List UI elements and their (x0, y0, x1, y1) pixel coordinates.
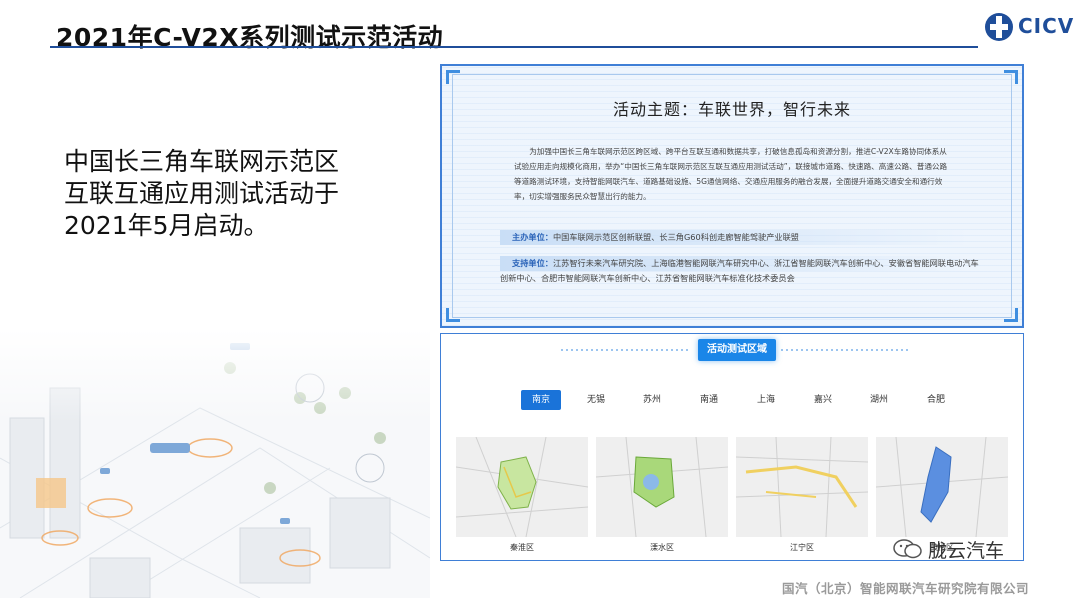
tab-huzhou[interactable]: 湖州 (859, 390, 899, 410)
tab-jiaxing[interactable]: 嘉兴 (803, 390, 843, 410)
title-dots-left (561, 349, 691, 351)
district-map-image (736, 437, 868, 537)
logo-text: CICV (1018, 14, 1075, 38)
district-map-image (596, 437, 728, 537)
tab-suzhou[interactable]: 苏州 (632, 390, 672, 410)
smart-city-illustration (0, 328, 430, 598)
host-label: 主办单位： (512, 232, 553, 242)
map-caption: 江宁区 (790, 543, 814, 552)
title-dots-right (781, 349, 911, 351)
footer-company: 国汽（北京）智能网联汽车研究院有限公司 (782, 581, 1030, 596)
activity-info-panel: 活动主题：车联世界，智行未来 为加强中国长三角车联网示范区跨区域、跨平台互联互通… (440, 64, 1024, 328)
district-maps (456, 437, 1016, 537)
slide-title: 2021年C-V2X系列测试示范活动 (56, 23, 444, 52)
corner-decoration (446, 70, 460, 84)
map-jiangning[interactable] (736, 437, 868, 537)
tab-nanjing[interactable]: 南京 (521, 390, 561, 410)
map-gulou[interactable] (876, 437, 1008, 537)
map-caption: 秦淮区 (510, 543, 534, 552)
test-zone-panel: 活动测试区域 南京 无锡 苏州 南通 上海 嘉兴 湖州 合肥 秦淮区 溧水区 江… (440, 333, 1024, 561)
intro-text: 中国长三角车联网示范区 互联互通应用测试活动于 2021年5月启动。 (64, 146, 394, 242)
district-map-image (456, 437, 588, 537)
corner-decoration (1004, 70, 1018, 84)
activity-theme: 活动主题：车联世界，智行未来 (612, 100, 851, 119)
wechat-icon (893, 539, 922, 559)
corner-decoration (446, 308, 460, 322)
map-lishui[interactable] (596, 437, 728, 537)
zone-title: 活动测试区域 (698, 339, 776, 361)
host-organizations: 主办单位：中国车联网示范区创新联盟、长三角G60科创走廊智能驾驶产业联盟 (500, 230, 980, 245)
intro-line: 互联互通应用测试活动于 (64, 179, 340, 208)
corner-decoration (1004, 308, 1018, 322)
intro-line: 2021年5月启动。 (64, 211, 269, 240)
map-caption: 溧水区 (650, 543, 674, 552)
district-map-image (876, 437, 1008, 537)
intro-line: 中国长三角车联网示范区 (64, 147, 340, 176)
tab-hefei[interactable]: 合肥 (916, 390, 956, 410)
watermark-text: 胧云汽车 (928, 540, 1005, 562)
host-text: 中国车联网示范区创新联盟、长三角G60科创走廊智能驾驶产业联盟 (552, 232, 799, 242)
support-label: 支持单位： (512, 258, 553, 268)
support-organizations: 支持单位：江苏智行未来汽车研究院、上海临港智能网联汽车研究中心、浙江省智能网联汽… (500, 256, 980, 286)
tab-wuxi[interactable]: 无锡 (576, 390, 616, 410)
tab-nantong[interactable]: 南通 (689, 390, 729, 410)
title-underline (50, 46, 978, 48)
tab-shanghai[interactable]: 上海 (746, 390, 786, 410)
city-tabs: 南京 无锡 苏州 南通 上海 嘉兴 湖州 合肥 (501, 390, 961, 410)
activity-description: 为加强中国长三角车联网示范区跨区域、跨平台互联互通和数据共享，打破信息孤岛和资源… (514, 147, 948, 201)
map-qinhuai[interactable] (456, 437, 588, 537)
